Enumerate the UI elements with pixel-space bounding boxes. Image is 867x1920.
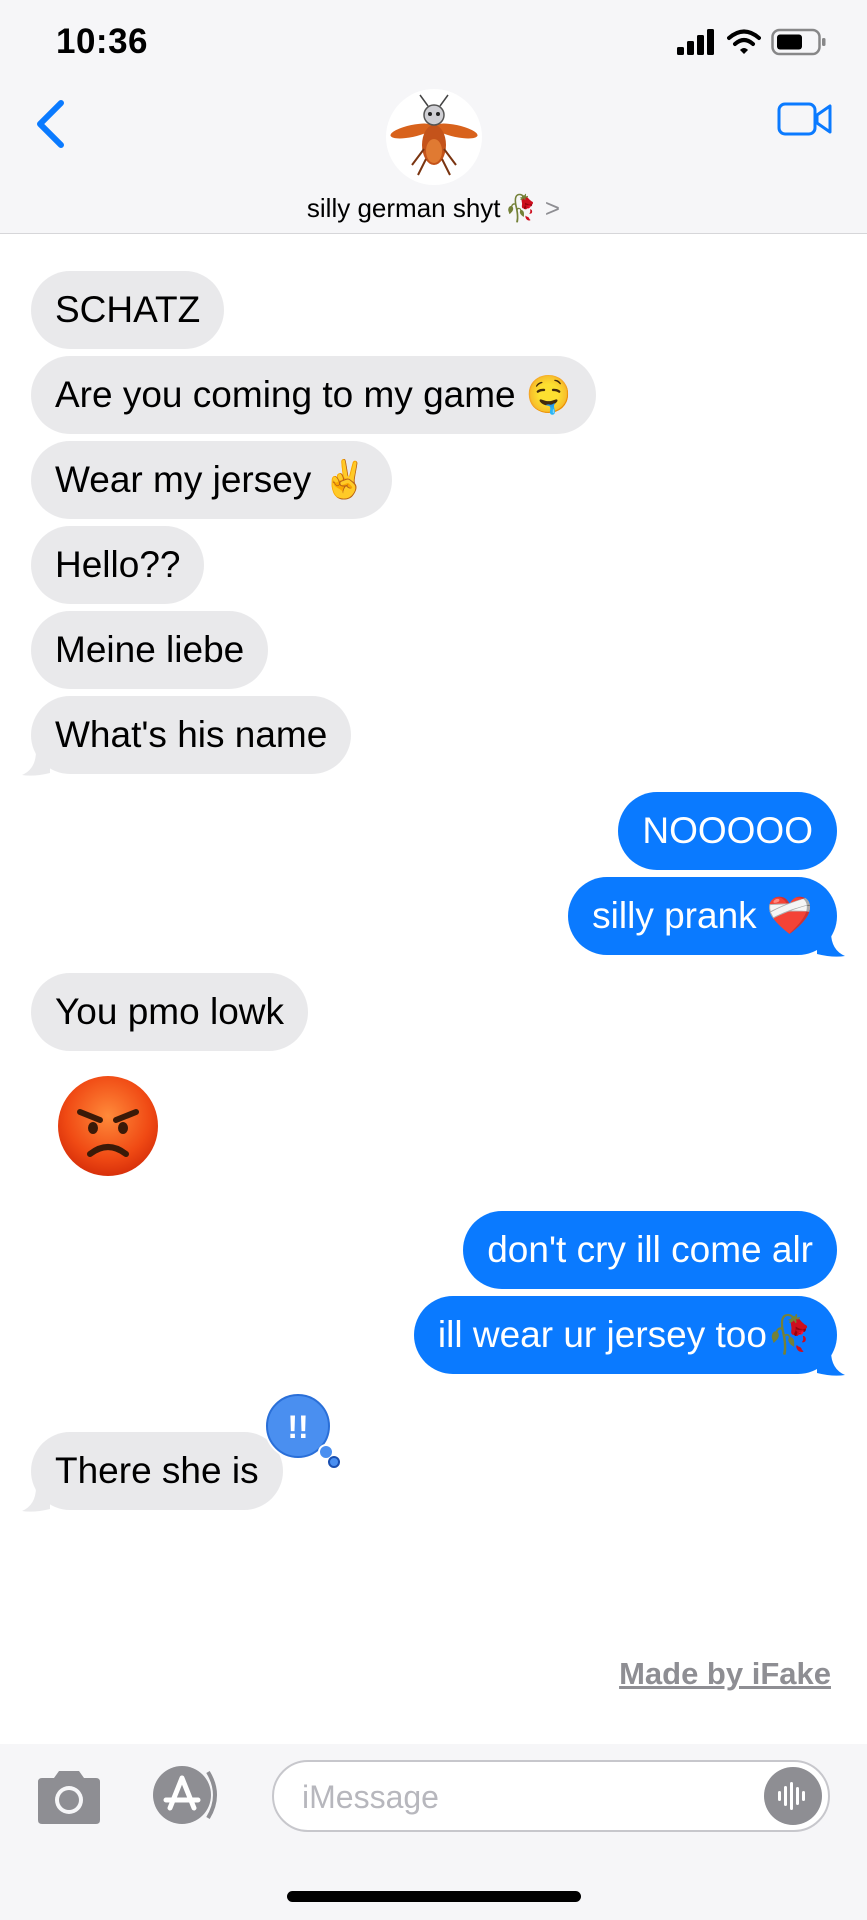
tapback-emphasis-reaction[interactable]: !!	[262, 1390, 342, 1470]
cellular-signal-icon	[677, 29, 714, 55]
chevron-right-icon: >	[544, 193, 561, 223]
message-bubble-incoming[interactable]: Meine liebe	[31, 611, 269, 689]
camera-icon	[38, 1771, 100, 1824]
contact-avatar[interactable]	[386, 89, 482, 185]
message-bubble-incoming[interactable]: Are you coming to my game 🤤	[31, 356, 596, 434]
bubble-tail-outgoing	[817, 932, 845, 957]
imessage-input[interactable]	[300, 1774, 734, 1820]
wifi-icon	[727, 29, 761, 54]
voice-message-button[interactable]	[764, 1767, 822, 1825]
camera-button[interactable]	[34, 1768, 104, 1826]
bubble-tail-incoming	[22, 1487, 50, 1512]
reaction-label: !!	[287, 1409, 308, 1445]
message-bubble-incoming[interactable]: What's his name	[31, 696, 352, 774]
message-bubble-incoming[interactable]: SCHATZ	[31, 271, 225, 349]
message-bubble-outgoing[interactable]: don't cry ill come alr	[463, 1211, 837, 1289]
bubble-tail-incoming	[22, 751, 50, 776]
battery-icon	[771, 28, 826, 56]
message-bubble-incoming[interactable]: Wear my jersey ✌️	[31, 441, 392, 519]
message-bubble-incoming[interactable]: You pmo lowk	[31, 973, 308, 1051]
contact-name-button[interactable]: silly german shyt 🥀 >	[0, 193, 867, 224]
video-camera-icon	[777, 102, 832, 136]
app-store-icon	[153, 1766, 217, 1824]
contact-name: silly german shyt	[306, 193, 501, 223]
ifake-watermark: Made by iFake	[619, 1656, 831, 1691]
back-button[interactable]	[30, 98, 70, 150]
facetime-video-button[interactable]	[777, 100, 833, 138]
message-bubble-incoming[interactable]: There she is	[31, 1432, 283, 1510]
app-store-button[interactable]	[148, 1764, 228, 1826]
status-time: 10:36	[56, 22, 149, 61]
message-bubble-incoming[interactable]: Hello??	[31, 526, 205, 604]
angry-face-emoji-message[interactable]	[56, 1074, 160, 1178]
bubble-tail-outgoing	[817, 1351, 845, 1376]
message-bubble-outgoing[interactable]: silly prank ❤️‍🩹	[568, 877, 837, 955]
imessage-input-wrapper	[272, 1760, 830, 1832]
message-bubble-outgoing[interactable]: NOOOOO	[618, 792, 837, 870]
status-bar: 10:36	[0, 0, 867, 90]
contact-name-emoji: 🥀	[504, 193, 537, 223]
bug-avatar-icon	[390, 94, 478, 176]
message-bubble-outgoing[interactable]: ill wear ur jersey too🥀	[413, 1296, 837, 1374]
status-icons	[677, 28, 827, 56]
waveform-icon	[778, 1782, 805, 1810]
chevron-left-icon	[37, 100, 64, 148]
home-indicator[interactable]	[287, 1891, 581, 1902]
